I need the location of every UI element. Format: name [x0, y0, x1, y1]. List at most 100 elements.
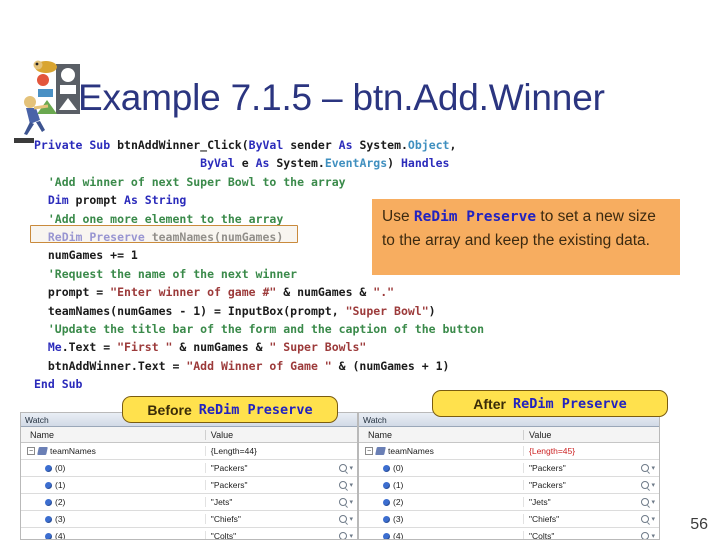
watch-row[interactable]: (1) "Packers" ▾ — [21, 477, 357, 494]
column-header-name[interactable]: Name — [21, 429, 206, 440]
magnifier-lens-icon — [339, 481, 348, 489]
watch-element-name: (1) — [55, 480, 66, 490]
code-token: 'Add one more element to the array — [34, 211, 284, 226]
tree-collapse-icon[interactable]: − — [365, 447, 373, 455]
code-token: "Enter winner of game #" — [110, 285, 277, 300]
code-line-12: btnAddWinner.Text = "Add Winner of Game … — [34, 357, 484, 375]
code-token: numGames += 1 — [34, 248, 138, 263]
code-token: As — [338, 138, 360, 152]
label-before-prefix: Before — [147, 401, 192, 418]
column-header-name[interactable]: Name — [359, 429, 524, 440]
callout-redim-preserve: Use ReDim Preserve to set a new size to … — [372, 199, 680, 275]
watch-row[interactable]: (1) "Packers" ▾ — [359, 477, 659, 494]
magnifier-icon[interactable]: ▾ — [641, 532, 655, 540]
magnifier-icon[interactable]: ▾ — [339, 532, 353, 540]
magnifier-lens-icon — [641, 532, 650, 539]
code-line-11: Me.Text = "First " & numGames & " Super … — [34, 338, 484, 356]
chevron-down-icon[interactable]: ▾ — [651, 465, 655, 472]
chevron-down-icon[interactable]: ▾ — [349, 516, 353, 523]
magnifier-icon[interactable]: ▾ — [339, 481, 353, 489]
array-element-icon — [45, 498, 52, 506]
watch-cell-name: (3) — [21, 514, 206, 524]
watch-cell-name: − teamNames — [21, 446, 206, 456]
watch-column-header: Name Value — [21, 427, 357, 443]
watch-element-name: (2) — [55, 497, 66, 507]
watch-row[interactable]: (3) "Chiefs" ▾ — [359, 511, 659, 528]
code-token: Object — [407, 138, 450, 152]
watch-element-name: (4) — [393, 531, 404, 540]
array-element-icon — [383, 515, 390, 523]
bullet-dash — [14, 138, 34, 143]
watch-element-value: "Packers" — [210, 463, 248, 473]
chevron-down-icon[interactable]: ▾ — [651, 516, 655, 523]
watch-row[interactable]: (0) "Packers" ▾ — [359, 460, 659, 477]
chevron-down-icon[interactable]: ▾ — [349, 533, 353, 540]
watch-element-value: "Jets" — [210, 497, 233, 507]
array-element-icon — [45, 481, 52, 489]
code-token: As — [255, 156, 277, 171]
code-token: .Text = — [61, 340, 118, 355]
code-line-13: End Sub — [34, 375, 484, 393]
watch-row[interactable]: (4) "Colts" ▾ — [21, 528, 357, 540]
watch-root-value: {Length=44} — [210, 446, 257, 456]
code-token: prompt — [75, 193, 125, 208]
watch-cell-value: "Packers" ▾ — [524, 480, 659, 490]
code-token: Private Sub — [34, 138, 118, 152]
callout-text-before: Use — [382, 208, 414, 225]
code-token: ) — [428, 303, 436, 318]
chevron-down-icon[interactable]: ▾ — [651, 499, 655, 506]
magnifier-icon[interactable]: ▾ — [339, 515, 353, 523]
watch-row[interactable]: (2) "Jets" ▾ — [359, 494, 659, 511]
code-token: Dim — [34, 193, 76, 208]
tree-collapse-icon[interactable]: − — [27, 447, 35, 455]
watch-row[interactable]: (4) "Colts" ▾ — [359, 528, 659, 540]
watch-cell-name: (1) — [359, 480, 524, 490]
code-token: "Add Winner of Game " — [186, 358, 332, 373]
chevron-down-icon[interactable]: ▾ — [651, 482, 655, 489]
watch-row[interactable]: (0) "Packers" ▾ — [21, 460, 357, 477]
code-token: "Super Bowl" — [345, 303, 429, 318]
watch-element-name: (2) — [393, 497, 404, 507]
watch-window-before[interactable]: Watch Name Value − teamNames {Length=44} (0) "P… — [20, 412, 358, 540]
code-line-2: 'Add winner of next Super Bowl to the ar… — [34, 173, 484, 191]
chevron-down-icon[interactable]: ▾ — [651, 533, 655, 540]
column-header-value[interactable]: Value — [524, 430, 659, 440]
magnifier-icon[interactable]: ▾ — [641, 464, 655, 472]
watch-row-root[interactable]: − teamNames {Length=45} — [359, 443, 659, 460]
watch-element-name: (3) — [55, 514, 66, 524]
watch-cell-name: (0) — [359, 463, 524, 473]
watch-row-root[interactable]: − teamNames {Length=44} — [21, 443, 357, 460]
magnifier-icon[interactable]: ▾ — [641, 481, 655, 489]
magnifier-icon[interactable]: ▾ — [641, 498, 655, 506]
array-element-icon — [383, 481, 390, 489]
page-number: 56 — [690, 516, 708, 533]
code-token: System. — [359, 138, 408, 152]
code-token: " Super Bowls" — [269, 340, 367, 355]
watch-cell-name: (4) — [359, 531, 524, 540]
magnifier-icon[interactable]: ▾ — [339, 498, 353, 506]
watch-element-value: "Packers" — [529, 463, 566, 473]
watch-element-name: (1) — [393, 480, 404, 490]
watch-row[interactable]: (2) "Jets" ▾ — [21, 494, 357, 511]
watch-cell-value: "Colts" ▾ — [206, 531, 357, 540]
magnifier-lens-icon — [641, 464, 650, 472]
watch-window-after[interactable]: Watch Name Value − teamNames {Length=45} (0) "P… — [358, 412, 660, 540]
code-line-0: Private Sub btnAddWinner_Click(ByVal sen… — [34, 136, 484, 154]
watch-row[interactable]: (3) "Chiefs" ▾ — [21, 511, 357, 528]
watch-element-name: (0) — [393, 463, 404, 473]
magnifier-lens-icon — [641, 481, 650, 489]
chevron-down-icon[interactable]: ▾ — [349, 465, 353, 472]
code-token: prompt = — [34, 285, 111, 300]
watch-cell-name: (2) — [359, 497, 524, 507]
chevron-down-icon[interactable]: ▾ — [349, 499, 353, 506]
code-token: "First " — [117, 340, 173, 355]
column-header-value[interactable]: Value — [206, 430, 357, 440]
array-element-icon — [45, 464, 52, 472]
magnifier-lens-icon — [339, 464, 348, 472]
watch-cell-value: "Packers" ▾ — [524, 463, 659, 473]
chevron-down-icon[interactable]: ▾ — [349, 482, 353, 489]
magnifier-icon[interactable]: ▾ — [641, 515, 655, 523]
magnifier-icon[interactable]: ▾ — [339, 464, 353, 472]
watch-cell-value: "Packers" ▾ — [206, 480, 357, 490]
code-token: 'Update the title bar of the form and th… — [34, 322, 485, 337]
